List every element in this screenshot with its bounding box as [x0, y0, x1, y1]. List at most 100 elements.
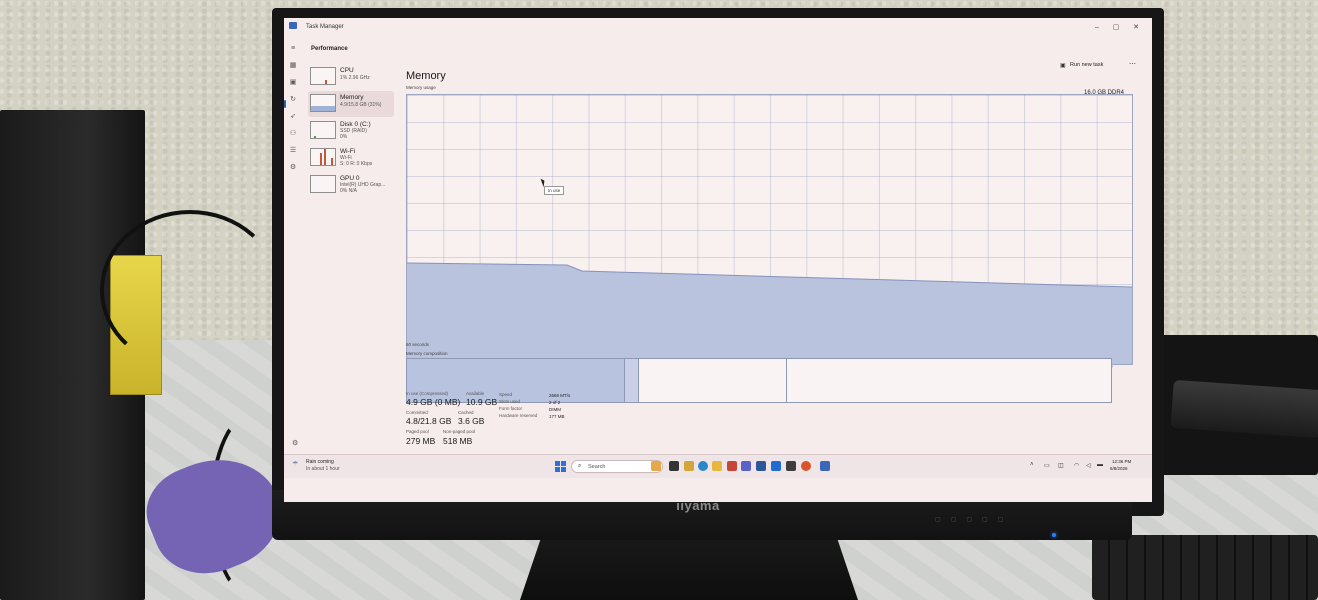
in-use-value: 4.9 GB (0 MB): [406, 397, 461, 407]
browser-icon[interactable]: [801, 461, 811, 471]
volume-icon[interactable]: ◁: [1086, 462, 1091, 469]
sidebar-item-detail: 1% 2.96 GHz: [340, 75, 370, 81]
form-factor-value: DIMM: [549, 407, 561, 412]
battery-icon[interactable]: ▬: [1097, 462, 1103, 468]
graph-tooltip: In use: [544, 186, 565, 195]
weather-detail[interactable]: In about 1 hour: [306, 466, 340, 472]
tray-icon[interactable]: ◫: [1058, 462, 1064, 469]
graph-seconds-label: 60 seconds: [406, 342, 430, 347]
hardware-reserved-label: Hardware reserved: [499, 413, 538, 418]
cpu-thumbnail: [310, 67, 336, 85]
sidebar-item-cpu[interactable]: CPU 1% 2.96 GHz: [308, 64, 394, 90]
search-icon: ⌕: [578, 463, 582, 469]
nav-rail: ≡ ▦ ▣ ↻ ➶ ⚇ ☰ ⚙: [284, 40, 302, 480]
speed-value: 2666 MT/s: [549, 393, 571, 398]
screen: Task Manager – ▢ ✕ ≡ ▦ ▣ ↻ ➶ ⚇ ☰ ⚙ Perfo…: [284, 18, 1152, 502]
services-icon[interactable]: ⚙: [288, 163, 298, 173]
slots-label: Slots used: [499, 399, 521, 404]
sidebar-item-memory[interactable]: Memory 4.9/15.8 GB (31%): [308, 91, 394, 117]
details-icon[interactable]: ☰: [288, 146, 298, 156]
cable: [100, 210, 280, 370]
settings-app-icon[interactable]: [786, 461, 796, 471]
sidebar-item-detail: S: 0 R: 0 Kbps: [340, 161, 373, 167]
composition-free[interactable]: [787, 359, 1111, 402]
tray-icon[interactable]: ▭: [1044, 462, 1050, 469]
sidebar-item-detail: 0% N/A: [340, 188, 357, 194]
task-manager-taskbar-icon[interactable]: [820, 461, 830, 471]
section-title: Performance: [311, 46, 348, 52]
keyboard: [1092, 535, 1318, 600]
available-label: Available: [466, 391, 485, 396]
taskbar-time[interactable]: 12:36 PM: [1112, 459, 1131, 464]
sidebar-item-label: CPU: [340, 67, 354, 74]
edge-icon[interactable]: [698, 461, 708, 471]
paged-pool-label: Paged pool: [406, 429, 429, 434]
sidebar-item-label: Memory: [340, 94, 364, 101]
chevron-up-icon[interactable]: ˄: [1030, 462, 1034, 468]
sidebar-item-label: Wi-Fi: [340, 148, 356, 155]
app-history-icon[interactable]: ↻: [288, 95, 298, 105]
memory-usage-graph[interactable]: [406, 94, 1133, 365]
outlook-icon[interactable]: [771, 461, 781, 471]
taskbar-search-box[interactable]: ⌕ Search: [571, 460, 663, 473]
hardware-reserved-value: 177 MB: [549, 414, 565, 419]
wifi-spike: [331, 158, 333, 165]
monitor-buttons[interactable]: ▢▢▢▢▢: [935, 516, 1013, 523]
slots-value: 2 of 2: [549, 400, 561, 405]
search-highlight-icon[interactable]: [651, 461, 661, 471]
search-placeholder: Search: [588, 464, 606, 470]
processes-icon[interactable]: ▦: [288, 61, 298, 71]
start-button[interactable]: [555, 461, 566, 472]
hamburger-menu-icon[interactable]: ≡: [288, 44, 298, 54]
composition-standby[interactable]: [639, 359, 788, 402]
sidebar-item-label: GPU 0: [340, 175, 360, 182]
run-new-task-button[interactable]: Run new task: [1070, 62, 1103, 68]
wifi-spike: [324, 149, 326, 165]
cached-value: 3.6 GB: [458, 416, 485, 426]
memory-usage-label: Memory usage: [406, 85, 436, 90]
memory-usage-area: [407, 262, 1132, 364]
composition-modified[interactable]: [625, 359, 640, 402]
window-title: Task Manager: [306, 24, 344, 30]
users-icon[interactable]: ⚇: [288, 129, 298, 139]
store-icon[interactable]: [756, 461, 766, 471]
close-button[interactable]: ✕: [1130, 22, 1142, 34]
committed-value: 4.8/21.8 GB: [406, 416, 452, 426]
copilot-icon[interactable]: [684, 461, 694, 471]
memory-thumbnail: [310, 94, 336, 112]
available-value: 10.9 GB: [466, 397, 498, 407]
committed-label: Committed: [406, 410, 428, 415]
sidebar-item-label: Disk 0 (C:): [340, 121, 371, 128]
settings-gear-icon[interactable]: ⚙: [292, 439, 298, 447]
in-use-label: In use (Compressed): [406, 391, 449, 396]
gpu-thumbnail: [310, 175, 336, 193]
paged-pool-value: 279 MB: [406, 436, 436, 446]
task-manager-icon: [289, 22, 297, 29]
nav-active-indicator: [284, 100, 286, 108]
power-led: [1052, 533, 1056, 537]
sidebar-item-detail: 0%: [340, 134, 348, 140]
page-title: Memory: [406, 70, 446, 82]
taskbar-date[interactable]: 6/8/2026: [1110, 466, 1128, 471]
weather-icon[interactable]: ☂: [292, 460, 298, 468]
task-view-icon[interactable]: [669, 461, 679, 471]
sidebar-item-disk[interactable]: Disk 0 (C:) SSD (RAID) 0%: [308, 118, 394, 144]
sidebar-item-wifi[interactable]: Wi-Fi Wi-Fi S: 0 R: 0 Kbps: [308, 145, 394, 171]
wifi-icon[interactable]: ◠: [1074, 462, 1079, 469]
teams-icon[interactable]: [741, 461, 751, 471]
weather-status[interactable]: Rain coming: [306, 459, 334, 465]
startup-apps-icon[interactable]: ➶: [288, 112, 298, 122]
memory-thumbnail-fill: [311, 106, 335, 111]
maximize-button[interactable]: ▢: [1110, 22, 1122, 34]
file-explorer-icon[interactable]: [712, 461, 722, 471]
office-icon[interactable]: [727, 461, 737, 471]
memory-usage-fill: [407, 263, 1132, 364]
disk-spike: [314, 136, 316, 138]
sidebar-item-detail: 4.9/15.8 GB (31%): [340, 102, 382, 108]
sidebar-item-gpu[interactable]: GPU 0 Intel(R) UHD Grap... 0% N/A: [308, 172, 394, 198]
minimize-button[interactable]: –: [1091, 22, 1103, 34]
more-options-button[interactable]: ⋯: [1129, 60, 1136, 68]
run-task-icon[interactable]: ▣: [1060, 62, 1066, 69]
cached-label: Cached: [458, 410, 474, 415]
performance-icon[interactable]: ▣: [288, 78, 298, 88]
